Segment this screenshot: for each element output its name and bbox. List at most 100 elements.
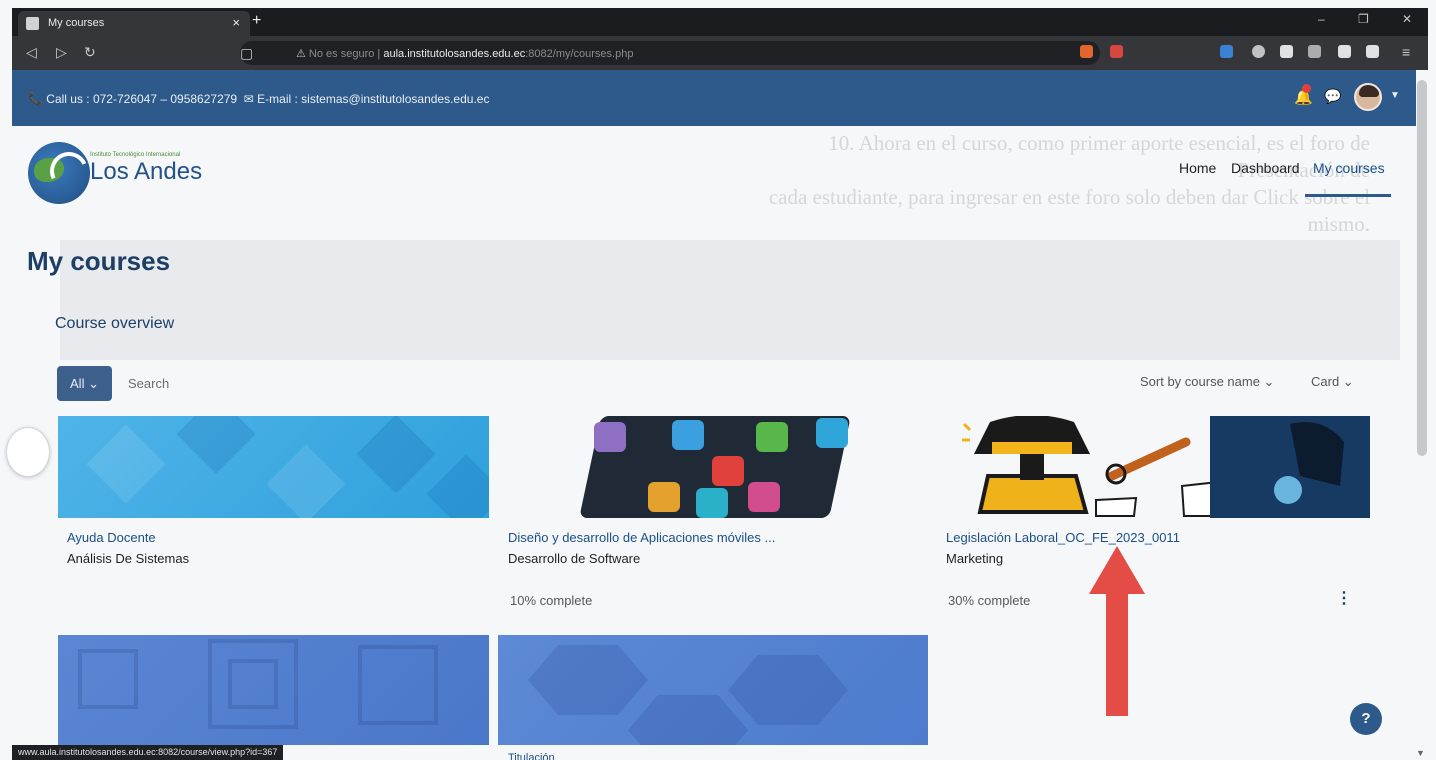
- email-contact: ✉ E-mail : sistemas@institutolosandes.ed…: [243, 92, 490, 106]
- app-icon: [756, 422, 788, 452]
- annotation-arrow-head: [1089, 546, 1145, 594]
- block-title: Course overview: [55, 315, 175, 332]
- nav-active-indicator: [1305, 194, 1391, 197]
- bookmark-icon[interactable]: ▢: [240, 45, 253, 62]
- rewards-icon[interactable]: [1110, 45, 1123, 58]
- forward-icon[interactable]: ▷: [56, 44, 67, 61]
- address-bar[interactable]: ▢ ⚠ No es seguro | aula.institutolosande…: [240, 41, 1100, 65]
- puzzle-icon[interactable]: [1280, 45, 1293, 58]
- lock-app-icon: [594, 422, 626, 452]
- pattern-shape: [228, 659, 278, 709]
- pattern-shape: [176, 416, 256, 474]
- help-icon[interactable]: ?: [1350, 703, 1382, 735]
- course-image[interactable]: [58, 416, 489, 518]
- course-name-link[interactable]: Legislación Laboral_OC_FE_2023_0011: [946, 530, 1180, 545]
- view-dropdown[interactable]: Card ⌄: [1311, 374, 1354, 390]
- spark-light: [1274, 476, 1302, 504]
- app-icon: [748, 482, 780, 512]
- course-category: Desarrollo de Software: [508, 551, 641, 566]
- course-image[interactable]: [58, 635, 489, 745]
- page: My courses × + – ❐ ✕ ◁ ▷ ↻ ▢ ⚠ No es seg…: [0, 0, 1436, 760]
- notification-badge: [1302, 84, 1311, 93]
- address-bar-text: ⚠ No es seguro | aula.institutolosandes.…: [296, 48, 634, 60]
- logo-name: Los Andes: [90, 158, 203, 185]
- tab-close-button[interactable]: ×: [232, 15, 240, 30]
- wallet-icon[interactable]: [1366, 45, 1379, 58]
- nav-home[interactable]: Home: [1179, 160, 1216, 176]
- pattern-shape: [78, 649, 138, 709]
- watermark-image: [60, 240, 1400, 360]
- extension-icon[interactable]: [1220, 45, 1233, 58]
- course-progress: 30% complete: [948, 593, 1031, 608]
- favicon-icon: [26, 17, 39, 30]
- phone-contact: 📞 Call us : 072-726047 – 0958627279: [28, 92, 238, 106]
- chevron-down-icon[interactable]: ▼: [1390, 90, 1400, 101]
- search-input[interactable]: [120, 366, 380, 401]
- minimize-button[interactable]: –: [1318, 12, 1325, 26]
- globe-app-icon: [672, 420, 704, 450]
- chat-icon[interactable]: 💬: [1324, 88, 1341, 105]
- back-icon[interactable]: ◁: [26, 44, 37, 61]
- course-progress: 10% complete: [510, 593, 593, 608]
- percent-app-icon: [816, 418, 848, 448]
- menu-icon[interactable]: ≡: [1402, 44, 1410, 60]
- url-security-label: No es seguro: [308, 48, 375, 60]
- course-name-link[interactable]: Diseño y desarrollo de Aplicaciones móvi…: [508, 530, 775, 545]
- course-name-link[interactable]: Ayuda Docente: [67, 530, 156, 545]
- brave-shield-icon[interactable]: [1080, 45, 1093, 58]
- reading-list-icon[interactable]: [1308, 45, 1321, 58]
- app-icon: [696, 488, 728, 518]
- course-category: Análisis De Sistemas: [67, 551, 190, 566]
- pattern-shape: [528, 645, 648, 715]
- page-title: My courses: [27, 246, 171, 276]
- url-host: aula.institutolosandes.edu.ec: [383, 48, 526, 60]
- nav-my-courses[interactable]: My courses: [1313, 160, 1385, 176]
- papers-icon: [1095, 496, 1138, 517]
- maximize-button[interactable]: ❐: [1358, 12, 1369, 26]
- music-app-icon: [712, 456, 744, 486]
- sort-dropdown[interactable]: Sort by course name ⌄: [1140, 374, 1274, 390]
- drawer-toggle-handle[interactable]: [6, 427, 50, 477]
- site-logo[interactable]: Instituto Tecnológico Internacional Los …: [28, 140, 228, 206]
- reload-icon[interactable]: ↻: [84, 44, 96, 61]
- pattern-shape: [358, 645, 438, 725]
- kebab-icon[interactable]: ⋮: [1336, 588, 1352, 608]
- nav-dashboard[interactable]: Dashboard: [1231, 160, 1300, 176]
- browser-tab[interactable]: My courses ×: [18, 11, 250, 36]
- url-path: :8082/my/courses.php: [525, 48, 634, 60]
- telephone-neck: [1020, 454, 1044, 480]
- scroll-down-arrow[interactable]: ▼: [1416, 748, 1425, 758]
- pattern-shape: [426, 454, 489, 518]
- watermark-line-3: mismo.: [1307, 212, 1370, 236]
- sidebar-icon[interactable]: [1338, 45, 1351, 58]
- browser-toolbar: ◁ ▷ ↻ ▢ ⚠ No es seguro | aula.institutol…: [12, 36, 1428, 70]
- filter-dropdown[interactable]: All ⌄: [57, 366, 112, 401]
- scrollbar[interactable]: [1417, 80, 1427, 456]
- close-window-button[interactable]: ✕: [1402, 12, 1412, 26]
- tab-strip: My courses × + – ❐ ✕: [12, 8, 1428, 36]
- course-image[interactable]: [498, 635, 928, 745]
- telephone-detail: [992, 442, 1072, 454]
- labor-law-illustration: [962, 416, 1370, 518]
- user-avatar-icon[interactable]: [1354, 83, 1382, 111]
- pattern-shape: [728, 655, 848, 725]
- course-category: Marketing: [946, 551, 1004, 566]
- contact-info: 📞 Call us : 072-726047 – 0958627279 ✉ E-…: [28, 92, 489, 106]
- extension-icon-2[interactable]: [1252, 45, 1265, 58]
- contact-bar: 📞 Call us : 072-726047 – 0958627279 ✉ E-…: [12, 70, 1416, 126]
- course-image[interactable]: [940, 416, 1370, 518]
- tab-title: My courses: [48, 17, 105, 29]
- pattern-shape: [86, 424, 166, 504]
- pattern-shape: [356, 416, 436, 494]
- pattern-shape: [266, 444, 346, 518]
- new-tab-button[interactable]: +: [252, 12, 261, 30]
- watermark-text: 10. Ahora en el curso, como primer aport…: [760, 130, 1370, 238]
- browser-chrome: My courses × + – ❐ ✕ ◁ ▷ ↻ ▢ ⚠ No es seg…: [12, 8, 1428, 70]
- telephone-base: [977, 474, 1089, 514]
- watermark-line-2: cada estudiante, para ingresar en este f…: [768, 185, 1370, 209]
- globe-logo-icon: [28, 142, 90, 204]
- course-image[interactable]: [498, 416, 928, 518]
- annotation-arrow-shaft: [1106, 592, 1128, 716]
- course-name-link[interactable]: Titulación: [508, 752, 555, 760]
- ring-mark: [962, 422, 972, 432]
